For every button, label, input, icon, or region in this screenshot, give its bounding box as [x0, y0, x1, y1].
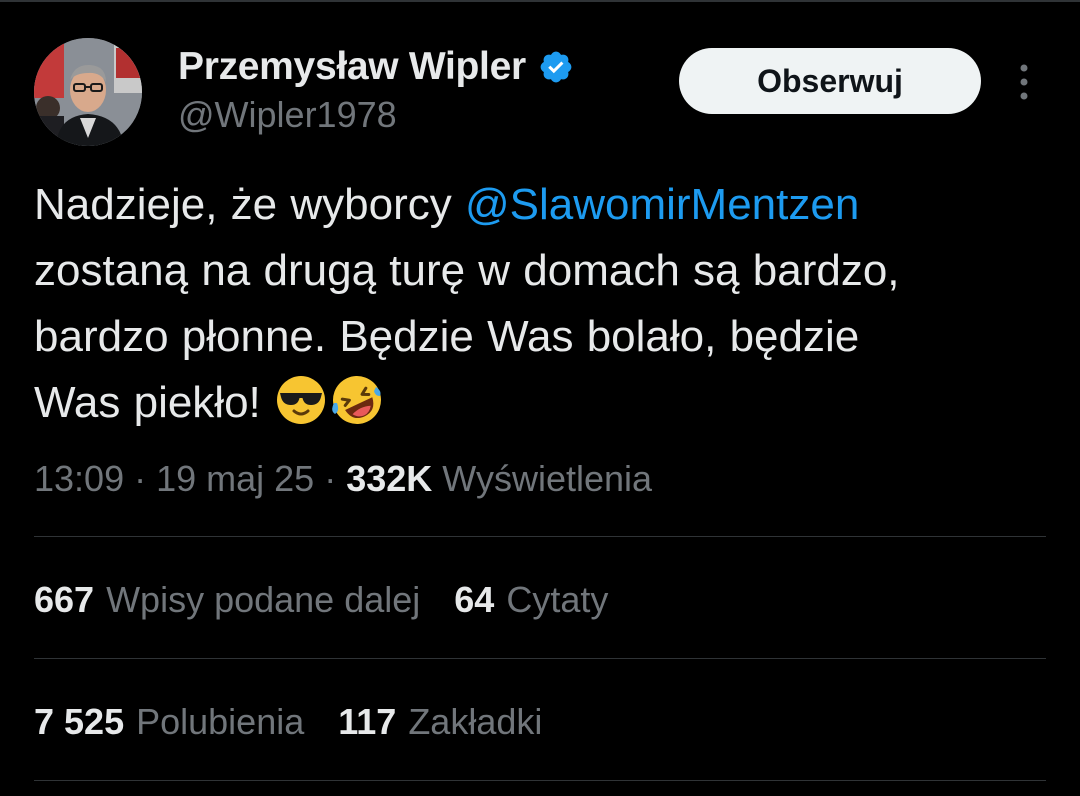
bookmarks-stat[interactable]: 117 Zakładki — [338, 701, 542, 743]
reposts-stat[interactable]: 667 Wpisy podane dalej — [34, 579, 420, 621]
name-row: Przemysław Wipler — [178, 42, 574, 92]
stats-row-engagement: 667 Wpisy podane dalej 64 Cytaty — [34, 570, 642, 630]
quotes-count: 64 — [454, 579, 495, 620]
divider — [34, 780, 1046, 781]
bookmarks-count: 117 — [338, 701, 397, 742]
tweet-text-start: Nadzieje, że wyborcy — [34, 180, 465, 229]
likes-stat[interactable]: 7 525 Polubienia — [34, 701, 304, 743]
bookmarks-label: Zakładki — [408, 701, 543, 742]
tweet-date[interactable]: 19 maj 25 — [156, 458, 314, 500]
avatar[interactable] — [34, 38, 142, 146]
views-label — [432, 458, 442, 500]
tweet-meta: 13:09 · 19 maj 25 · 332K Wyświetlenia — [34, 452, 652, 506]
divider — [34, 658, 1046, 659]
stats-row-likes: 7 525 Polubienia 117 Zakładki — [34, 692, 576, 752]
reposts-count: 667 — [34, 579, 95, 620]
tweet-text: Nadzieje, że wyborcy @SlawomirMentzen zo… — [34, 172, 1044, 436]
views-label-text: Wyświetlenia — [442, 458, 653, 499]
mention-link[interactable]: @SlawomirMentzen — [465, 180, 859, 229]
rolling-on-the-floor-laughing-icon — [330, 373, 384, 427]
tweet-text-rest: zostaną na drugą turę w domach są bardzo… — [34, 246, 900, 427]
views-count: 332K — [346, 458, 433, 499]
quotes-label: Cytaty — [506, 579, 609, 620]
author-info: Przemysław Wipler @Wipler1978 — [178, 42, 574, 136]
quotes-stat[interactable]: 64 Cytaty — [454, 579, 608, 621]
avatar-photo — [34, 38, 142, 146]
divider — [34, 536, 1046, 537]
smiling-face-with-sunglasses-icon — [274, 373, 328, 427]
reposts-label: Wpisy podane dalej — [106, 579, 421, 620]
author-display-name[interactable]: Przemysław Wipler — [178, 45, 526, 89]
meta-separator: · — [314, 458, 347, 499]
verified-badge-icon[interactable] — [538, 49, 574, 85]
likes-label: Polubienia — [136, 701, 305, 742]
more-vertical-icon[interactable] — [1006, 60, 1042, 104]
author-handle[interactable]: @Wipler1978 — [178, 94, 574, 136]
follow-button[interactable]: Obserwuj — [679, 48, 981, 114]
top-divider — [0, 0, 1080, 2]
tweet-time[interactable]: 13:09 — [34, 458, 124, 500]
tweet-header: Przemysław Wipler @Wipler1978 Obserwuj — [34, 38, 1046, 148]
likes-count: 7 525 — [34, 701, 125, 742]
meta-separator: · — [124, 458, 157, 499]
